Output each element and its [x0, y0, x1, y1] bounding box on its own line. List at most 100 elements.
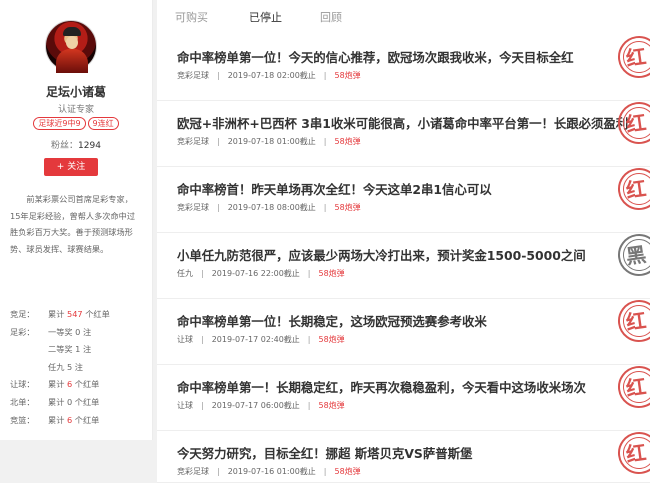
- stat-row: 二等奖 1 注: [10, 341, 145, 359]
- plan-title[interactable]: 命中率榜首！昨天单场再次全红！今天这单2串1信心可以: [177, 180, 492, 198]
- plan-title[interactable]: 命中率榜单第一位！今天的信心推荐，欧冠场次跟我收米，今天目标全红: [177, 48, 574, 66]
- stat-value: 累计 0 个红单: [48, 394, 99, 412]
- stat-value: 一等奖 0 注: [48, 324, 91, 342]
- stat-value: 累计 6 个红单: [48, 412, 99, 430]
- expert-stats: 竞足： 累计 547 个红单 足彩： 一等奖 0 注二等奖 1 注任九 5 注让球：累…: [10, 306, 145, 429]
- meta-divider: |: [323, 137, 327, 146]
- plan-meta: 让球 | 2019-07-17 06:00截止 | 58炮弹: [177, 400, 345, 411]
- follow-button[interactable]: + 关注: [44, 158, 98, 176]
- record-tag: 足球近9中9: [33, 117, 86, 130]
- stat-suffix: 个红单: [82, 309, 110, 319]
- plan-category: 竞彩足球: [177, 467, 209, 476]
- plan-category: 竞彩足球: [177, 203, 209, 212]
- avatar[interactable]: [45, 20, 97, 73]
- plan-category: 竞彩足球: [177, 137, 209, 146]
- plan-category: 竞彩足球: [177, 71, 209, 80]
- plan-meta: 任九 | 2019-07-16 22:00截止 | 58炮弹: [177, 268, 345, 279]
- result-stamp-icon: 红: [615, 34, 650, 81]
- avatar-figure-robe: [56, 49, 88, 73]
- meta-divider: |: [217, 71, 220, 80]
- expert-bio: 前某彩票公司首席足彩专家，15年足彩经验，曾帮人多次命中过胜负彩百万大奖。善于预…: [10, 194, 136, 254]
- plan-deadline: 2019-07-18 02:00截止: [227, 71, 316, 80]
- stat-label: 竞足：: [10, 309, 35, 319]
- tab-available[interactable]: 可购买: [175, 9, 208, 25]
- avatar-figure-face: [66, 36, 78, 49]
- stat-row: 北单： 累计 0 个红单: [10, 394, 145, 412]
- stat-row: 让球： 累计 6 个红单: [10, 376, 145, 394]
- fans-count: 粉丝：1294: [0, 138, 152, 151]
- avatar-figure-hat: [63, 27, 81, 36]
- stat-row: 任九 5 注: [10, 359, 145, 377]
- plan-meta: 竞彩足球 | 2019-07-18 08:00截止 | 58炮弹: [177, 202, 361, 213]
- stamp-text: 红: [624, 374, 648, 401]
- plan-deadline: 2019-07-17 02:40截止: [211, 335, 300, 344]
- plan-deadline: 2019-07-16 01:00截止: [227, 467, 316, 476]
- meta-divider: |: [201, 335, 204, 344]
- plan-price: 58炮弹: [318, 335, 345, 344]
- expert-tags: 足球近9中9 9连红: [0, 117, 152, 130]
- stat-value: 累计 6 个红单: [48, 376, 99, 394]
- expert-sidebar: 足坛小诸葛 认证专家 足球近9中9 9连红 粉丝：1294 + 关注 前某彩票公…: [0, 0, 153, 440]
- plan-category: 让球: [177, 401, 193, 410]
- plan-price: 58炮弹: [334, 137, 361, 146]
- stat-suffix: 个红单: [72, 396, 100, 407]
- meta-divider: |: [323, 467, 327, 476]
- plan-title[interactable]: 欧冠+非洲杯+巴西杯 3串1收米可能很高，小诸葛命中率平台第一！长跟必须盈利: [177, 114, 628, 132]
- stamp-text: 红: [624, 176, 648, 203]
- plan-price: 58炮弹: [334, 467, 361, 476]
- plan-list-panel: 可购买 已停止 回顾 命中率榜单第一位！今天的信心推荐，欧冠场次跟我收米，今天目…: [157, 0, 650, 483]
- plan-deadline: 2019-07-16 22:00截止: [211, 269, 300, 278]
- result-stamp-icon: 红: [615, 364, 650, 411]
- meta-divider: |: [307, 335, 311, 344]
- plan-title[interactable]: 命中率榜单第一！长期稳定红，昨天再次稳稳盈利，今天看中这场收米场次: [177, 378, 586, 396]
- tab-review[interactable]: 回顾: [320, 9, 342, 25]
- plan-category: 任九: [177, 269, 193, 278]
- stat-prefix: 累计: [48, 396, 67, 407]
- meta-divider: |: [323, 71, 327, 80]
- stat-label: 北单：: [10, 396, 35, 407]
- plan-category: 让球: [177, 335, 193, 344]
- meta-divider: |: [217, 467, 220, 476]
- stat-prefix: 累计: [48, 379, 67, 390]
- plan-meta: 让球 | 2019-07-17 02:40截止 | 58炮弹: [177, 334, 345, 345]
- tab-bar: 可购买 已停止 回顾: [157, 0, 650, 33]
- meta-divider: |: [307, 269, 311, 278]
- plan-title[interactable]: 命中率榜单第一位！长期稳定，这场欧冠预选赛参考收米: [177, 312, 487, 330]
- stat-value: 二等奖 1 注: [48, 341, 91, 359]
- result-stamp-icon: 红: [615, 298, 650, 345]
- plan-deadline: 2019-07-18 01:00截止: [227, 137, 316, 146]
- stat-suffix: 注: [80, 344, 92, 355]
- plan-item[interactable]: 今天努力研究，目标全红！挪超 斯塔贝克VS萨普斯堡竞彩足球 | 2019-07-16…: [157, 430, 650, 483]
- expert-name[interactable]: 足坛小诸葛: [0, 83, 152, 100]
- plan-price: 58炮弹: [318, 401, 345, 410]
- meta-divider: |: [201, 401, 204, 410]
- stat-prefix: 二等奖: [48, 344, 76, 355]
- plan-item[interactable]: 小单任九防范很严，应该最少两场大冷打出来，预计奖金1500-5000之间任九 | 2…: [157, 232, 650, 299]
- plan-item[interactable]: 欧冠+非洲杯+巴西杯 3串1收米可能很高，小诸葛命中率平台第一！长跟必须盈利竞彩…: [157, 100, 650, 167]
- plan-item[interactable]: 命中率榜首！昨天单场再次全红！今天这单2串1信心可以竞彩足球 | 2019-07-1…: [157, 166, 650, 233]
- plan-deadline: 2019-07-18 08:00截止: [227, 203, 316, 212]
- meta-divider: |: [323, 203, 327, 212]
- plan-title[interactable]: 小单任九防范很严，应该最少两场大冷打出来，预计奖金1500-5000之间: [177, 246, 586, 264]
- plan-meta: 竞彩足球 | 2019-07-16 01:00截止 | 58炮弹: [177, 466, 361, 477]
- plan-item[interactable]: 命中率榜单第一位！长期稳定，这场欧冠预选赛参考收米让球 | 2019-07-17 0…: [157, 298, 650, 365]
- plan-meta: 竞彩足球 | 2019-07-18 01:00截止 | 58炮弹: [177, 136, 361, 147]
- tab-stopped[interactable]: 已停止: [249, 9, 282, 25]
- stat-suffix: 注: [72, 361, 83, 372]
- plan-item[interactable]: 命中率榜单第一位！今天的信心推荐，欧冠场次跟我收米，今天目标全红竞彩足球 | 201…: [157, 34, 650, 101]
- result-stamp-icon: 黑: [615, 232, 650, 279]
- result-stamp-icon: 红: [615, 100, 650, 147]
- stamp-text: 红: [624, 440, 648, 467]
- stamp-text: 红: [624, 110, 648, 137]
- result-stamp-icon: 红: [615, 166, 650, 213]
- plan-title[interactable]: 今天努力研究，目标全红！挪超 斯塔贝克VS萨普斯堡: [177, 444, 472, 462]
- stat-suffix: 个红单: [72, 414, 100, 425]
- plan-deadline: 2019-07-17 06:00截止: [211, 401, 300, 410]
- stamp-text: 红: [624, 44, 648, 71]
- meta-divider: |: [201, 269, 204, 278]
- plan-item[interactable]: 命中率榜单第一！长期稳定红，昨天再次稳稳盈利，今天看中这场收米场次让球 | 2019…: [157, 364, 650, 431]
- stat-value: 累计 547 个红单: [48, 306, 110, 324]
- meta-divider: |: [217, 203, 220, 212]
- stat-suffix: 注: [80, 326, 92, 337]
- plan-price: 58炮弹: [334, 203, 361, 212]
